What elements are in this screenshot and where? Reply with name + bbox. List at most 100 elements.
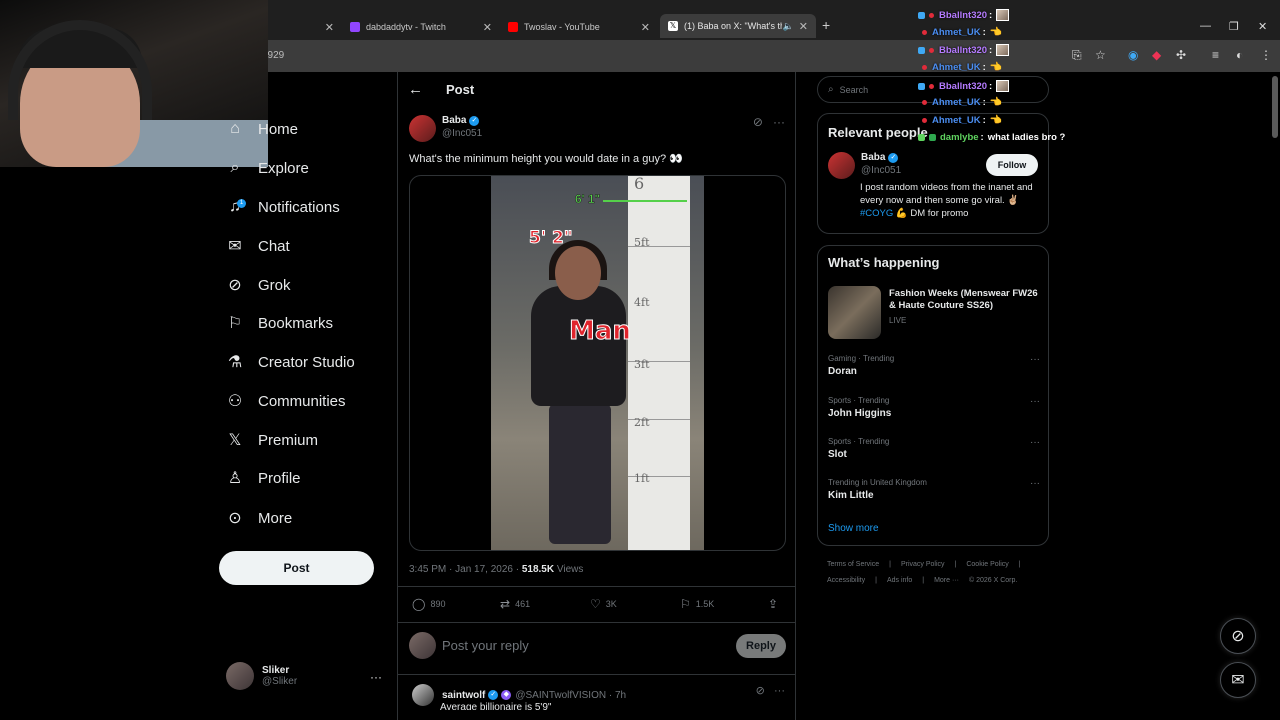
trend-title[interactable]: Fashion Weeks (Menswear FW26 & Haute Cou…: [889, 288, 1039, 312]
post-text: What's the minimum height you would date…: [409, 153, 683, 165]
scrollbar[interactable]: [1272, 76, 1278, 138]
reply-input[interactable]: Post your reply: [442, 638, 529, 653]
nav-explore[interactable]: ⌕ Explore: [222, 153, 382, 183]
close-window-button[interactable]: ✕: [1258, 20, 1267, 33]
nav-home[interactable]: ⌂ Home: [222, 114, 382, 144]
repost-action[interactable]: ⇄ 461: [500, 597, 530, 611]
person-name[interactable]: Baba: [861, 152, 885, 163]
nav-creator-studio[interactable]: ⚗ Creator Studio: [222, 347, 382, 377]
trend-item[interactable]: Gaming · Trending Doran ···: [828, 354, 1040, 377]
new-tab-button[interactable]: +: [822, 17, 830, 33]
like-action[interactable]: ♡ 3K: [590, 597, 617, 611]
terms-link[interactable]: Terms of Service: [827, 561, 879, 568]
tab-0[interactable]: ✕: [268, 16, 342, 38]
badge-icon: [918, 134, 925, 141]
comment-author[interactable]: saintwolf: [442, 690, 485, 701]
account-switcher[interactable]: Sliker @Sliker: [226, 662, 297, 690]
follow-button[interactable]: Follow: [986, 154, 1038, 176]
profile-icon[interactable]: ◐: [1236, 48, 1243, 62]
post-author[interactable]: Baba ✓ @Inc051: [409, 115, 482, 142]
post-video[interactable]: 6 5ft 4ft 3ft 2ft 1ft 6' 1" 5' 2" Man: [409, 175, 786, 551]
close-tab-icon[interactable]: ✕: [799, 20, 808, 33]
grok-icon[interactable]: ⊘: [756, 685, 765, 697]
more-icon[interactable]: ···: [773, 115, 785, 129]
trend-item[interactable]: Trending in United Kingdom Kim Little ··…: [828, 478, 1040, 501]
more-icon[interactable]: ···: [774, 685, 785, 697]
tab-twitch[interactable]: dabdaddytv - Twitch ✕: [342, 16, 500, 38]
nav-notifications[interactable]: ♫ 1 Notifications: [222, 192, 382, 222]
maximize-button[interactable]: ❐: [1229, 20, 1239, 33]
badge-icon: [929, 83, 934, 89]
emote-icon: 👈: [989, 27, 1003, 38]
trend-item[interactable]: Sports · Trending John Higgins ···: [828, 396, 1040, 419]
video-frame[interactable]: 6 5ft 4ft 3ft 2ft 1ft 6' 1" 5' 2" Man: [491, 176, 704, 550]
person-handle[interactable]: @Inc051: [861, 165, 901, 176]
tab-x-active[interactable]: 𝕏 (1) Baba on X: "What's the m 🔈 ✕: [660, 14, 816, 38]
post-timestamp[interactable]: 3:45 PM · Jan 17, 2026 ·: [409, 564, 522, 575]
menu-icon[interactable]: ⋮: [1260, 48, 1272, 62]
ads-info-link[interactable]: Ads info: [887, 577, 912, 584]
privacy-link[interactable]: Privacy Policy: [901, 561, 945, 568]
relevant-person[interactable]: Baba ✓ @Inc051: [828, 152, 901, 179]
post-button[interactable]: Post: [219, 551, 374, 585]
accessibility-link[interactable]: Accessibility: [827, 577, 865, 584]
close-tab-icon[interactable]: ✕: [641, 21, 650, 34]
like-count: 3K: [605, 599, 617, 609]
minimize-button[interactable]: —: [1200, 20, 1211, 32]
messages-fab-button[interactable]: ✉: [1220, 662, 1256, 698]
avatar[interactable]: [409, 115, 436, 142]
extension-icon[interactable]: ◆: [1152, 48, 1161, 62]
comment-handle[interactable]: @SAINTwolfVISION · 7h: [515, 690, 626, 701]
trend-name: John Higgins: [828, 408, 892, 419]
more-link[interactable]: More ···: [934, 577, 959, 584]
account-more-icon[interactable]: ···: [370, 670, 382, 684]
author-name[interactable]: Baba: [442, 115, 466, 126]
install-icon[interactable]: ⎘: [1072, 48, 1082, 63]
more-circle-icon: ⊙: [228, 510, 242, 527]
author-handle[interactable]: @Inc051: [442, 128, 482, 139]
puzzle-icon[interactable]: ✣: [1176, 48, 1186, 62]
ruler-mark: 1ft: [634, 472, 650, 485]
reply-button[interactable]: Reply: [736, 634, 786, 658]
more-icon[interactable]: ···: [1030, 437, 1040, 448]
avatar[interactable]: [412, 684, 434, 706]
avatar[interactable]: [828, 152, 855, 179]
reply-action[interactable]: ◯ 890: [412, 597, 445, 611]
nav-grok[interactable]: ⊘ Grok: [222, 270, 382, 300]
speaker-icon[interactable]: 🔈: [783, 21, 794, 32]
nav-communities[interactable]: ⚇ Communities: [222, 386, 382, 416]
chat-username: Ahmet_UK: [932, 62, 981, 73]
more-icon[interactable]: ···: [1030, 478, 1040, 489]
trend-thumbnail[interactable]: [828, 286, 881, 339]
grok-fab-button[interactable]: ⊘: [1220, 618, 1256, 654]
nav-chat[interactable]: ✉ Chat: [222, 231, 382, 261]
post-meta: 3:45 PM · Jan 17, 2026 · 518.5K Views: [409, 564, 583, 575]
close-tab-icon[interactable]: ✕: [483, 21, 492, 34]
cookie-link[interactable]: Cookie Policy: [966, 561, 1008, 568]
footer-sep: |: [889, 561, 891, 568]
grok-icon[interactable]: ⊘: [753, 115, 763, 129]
share-icon: ⇪: [768, 597, 779, 611]
x-logo-icon: 𝕏: [668, 21, 678, 31]
media-icon[interactable]: ≡: [1212, 48, 1219, 62]
person-icon: ♙: [227, 470, 243, 487]
share-action[interactable]: ⇪: [768, 597, 783, 611]
person-legs: [549, 404, 611, 544]
back-arrow-icon[interactable]: ←: [408, 81, 423, 98]
affiliate-badge-icon: ◆: [501, 690, 512, 700]
hashtag-link[interactable]: #COYG: [860, 208, 893, 219]
show-more-link[interactable]: Show more: [828, 523, 879, 534]
more-icon[interactable]: ···: [1030, 354, 1040, 365]
star-icon[interactable]: ☆: [1095, 48, 1106, 62]
footer-sep: |: [954, 561, 957, 568]
nav-profile[interactable]: ♙ Profile: [222, 463, 382, 493]
tab-youtube[interactable]: Twoslav - YouTube ✕: [500, 16, 658, 38]
nav-more[interactable]: ⊙ More: [222, 503, 382, 533]
nav-bookmarks[interactable]: ⚐ Bookmarks: [222, 308, 382, 338]
extension-icon[interactable]: ◉: [1128, 48, 1138, 62]
close-tab-icon[interactable]: ✕: [325, 21, 334, 34]
trend-item[interactable]: Sports · Trending Slot ···: [828, 437, 1040, 460]
bookmark-action[interactable]: ⚐ 1.5K: [680, 597, 714, 611]
nav-premium[interactable]: 𝕏 Premium: [222, 425, 382, 455]
more-icon[interactable]: ···: [1030, 396, 1040, 407]
